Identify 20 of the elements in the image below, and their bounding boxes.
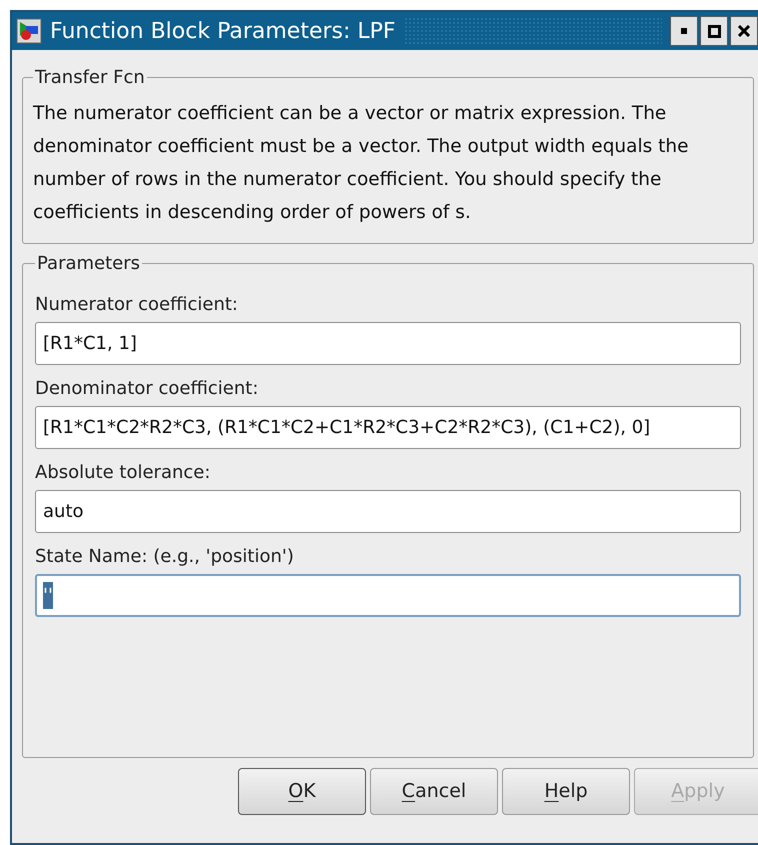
window-title: Function Block Parameters: LPF [50, 18, 396, 46]
input-field[interactable]: [R1*C1, 1] [35, 322, 741, 365]
dialog-button[interactable]: Cancel [370, 768, 498, 815]
input-field[interactable]: [R1*C1*C2*R2*C3, (R1*C1*C2+C1*R2*C3+C2*R2*C3), (C1+C2), 0] [35, 406, 741, 449]
input-field[interactable]: auto [35, 490, 741, 533]
field-label: Denominator coefficient: [35, 377, 260, 401]
field-label: Absolute tolerance: [35, 461, 212, 485]
group-title: Parameters [36, 252, 142, 276]
input-field[interactable]: '' [35, 574, 741, 617]
close-button[interactable] [730, 16, 758, 46]
description-text: The numerator coefficient can be a vector or matrix expression. The denominator coefficient must be a vector. The output width equals the number of rows in the numerator coefficient. You should specify the coefficients in descending order of powers of s. [33, 102, 690, 225]
field-label: State Name: (e.g., 'position') [35, 545, 295, 569]
dialog-button[interactable]: Help [502, 768, 630, 815]
maximize-button[interactable] [700, 16, 728, 46]
close-icon [738, 25, 750, 37]
minimize-button[interactable] [670, 16, 698, 46]
field-label: Numerator coefficient: [35, 293, 239, 317]
app-icon [16, 18, 42, 44]
group-title: Transfer Fcn [34, 66, 146, 90]
dialog-button[interactable]: OK [238, 768, 366, 815]
